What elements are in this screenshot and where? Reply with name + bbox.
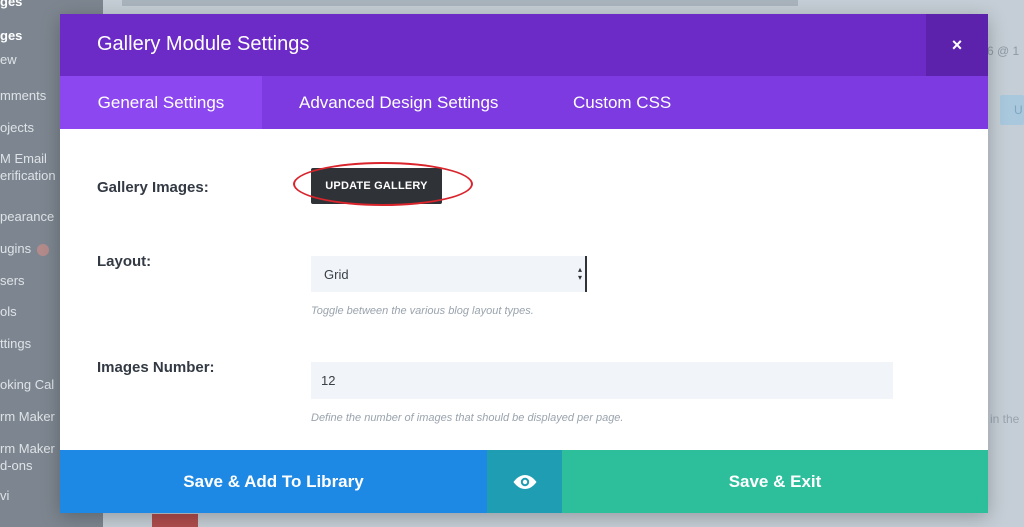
modal-body: Gallery Images: UPDATE GALLERY Layout: G… (60, 129, 988, 450)
background-date-text: 6 @ 1 (987, 44, 1020, 58)
layout-label: Layout: (97, 253, 152, 270)
sidebar-item-label: ugins (0, 241, 32, 256)
images-number-label: Images Number: (97, 359, 215, 376)
settings-tabs: General Settings Advanced Design Setting… (60, 76, 988, 129)
background-update-label: U (1014, 103, 1023, 117)
images-number-input[interactable] (311, 362, 893, 399)
layout-hint: Toggle between the various blog layout t… (311, 305, 534, 317)
modal-footer: Save & Add To Library Save & Exit (60, 450, 988, 513)
close-button[interactable]: × (926, 14, 988, 76)
layout-select[interactable]: Grid ▴ ▾ (311, 256, 587, 292)
save-add-to-library-button[interactable]: Save & Add To Library (60, 450, 487, 513)
admin-top-bar (122, 0, 798, 6)
update-gallery-button[interactable]: UPDATE GALLERY (311, 168, 442, 204)
tab-custom-css[interactable]: Custom CSS (573, 76, 671, 129)
tab-general-settings[interactable]: General Settings (60, 76, 262, 129)
preview-button[interactable] (487, 450, 562, 513)
images-number-hint: Define the number of images that should … (311, 412, 624, 424)
background-update-button[interactable]: U (1000, 95, 1024, 125)
close-icon: × (951, 34, 963, 55)
background-red-element (152, 514, 198, 527)
modal-header: Gallery Module Settings × (60, 14, 988, 76)
layout-selected-value: Grid (324, 266, 349, 282)
save-exit-button[interactable]: Save & Exit (562, 450, 988, 513)
sidebar-item[interactable]: ges (0, 0, 103, 10)
tab-advanced-design-settings[interactable]: Advanced Design Settings (299, 76, 498, 129)
background-text: in the (990, 412, 1020, 426)
modal-title: Gallery Module Settings (97, 33, 310, 55)
update-count-badge (37, 243, 50, 256)
gallery-images-label: Gallery Images: (97, 179, 209, 196)
select-arrows-icon: ▴ ▾ (577, 265, 582, 282)
eye-icon (513, 474, 536, 489)
gallery-settings-modal: Gallery Module Settings × General Settin… (60, 14, 988, 513)
